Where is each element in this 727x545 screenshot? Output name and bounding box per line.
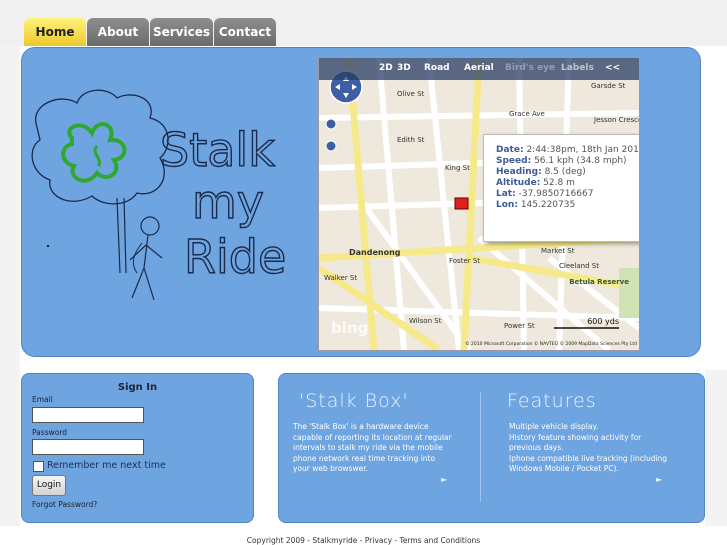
street-label: Cleeland St: [559, 262, 599, 270]
altitude-value: 52.8 m: [543, 178, 575, 188]
forgot-password-link[interactable]: Forgot Password?: [32, 500, 97, 509]
street-label: Jesson Crescent: [593, 116, 639, 124]
bing-map[interactable]: Olive St Grace Ave Garsde St Jesson Cres…: [318, 57, 640, 351]
info-panel: 'Stalk Box' The 'Stalk Box' is a hardwar…: [278, 373, 705, 523]
vehicle-marker[interactable]: [454, 197, 469, 210]
map-birdseye-button[interactable]: Bird's eye: [505, 63, 555, 73]
lat-value: -37.9850716667: [518, 189, 594, 199]
map-road-button[interactable]: Road: [424, 63, 450, 73]
street-label: Grace Ave: [509, 110, 545, 118]
map-2d-button[interactable]: 2D: [379, 63, 393, 73]
zoom-in-icon[interactable]: [325, 118, 337, 130]
tab-contact[interactable]: Contact: [214, 18, 276, 46]
date-label: Date:: [496, 145, 524, 155]
map-3d-button[interactable]: 3D: [397, 63, 411, 73]
street-label: Dandenong: [349, 248, 401, 257]
date-value: 2:44:38pm, 18th Jan 2010: [526, 145, 640, 155]
logo-word-2: my: [192, 175, 264, 229]
dot: [46, 244, 50, 248]
street-label: Foster St: [449, 257, 480, 265]
heading-label: Heading:: [496, 167, 542, 177]
vehicle-info-popup: Date: 2:44:38pm, 18th Jan 2010 Speed: 56…: [483, 134, 640, 242]
zoom-out-icon[interactable]: [325, 140, 337, 152]
features-more-arrow[interactable]: ►: [656, 475, 662, 484]
lat-label: Lat:: [496, 189, 516, 199]
lon-value: 145.220735: [520, 200, 576, 210]
tab-services[interactable]: Services: [150, 18, 213, 46]
logo-word-3: Ride: [184, 230, 286, 284]
lon-row: Lon: 145.220735: [496, 200, 639, 211]
altitude-row: Altitude: 52.8 m: [496, 178, 639, 189]
main-nav: Home About Services Contact: [24, 18, 277, 46]
heading-value: 8.5 (deg): [544, 167, 586, 177]
hero-panel: Stalk my Ride Olive St Grace Ave Garsde …: [21, 47, 701, 357]
altitude-label: Altitude:: [496, 178, 541, 188]
speed-row: Speed: 56.1 kph (34.8 mph): [496, 156, 639, 167]
street-label: Olive St: [397, 90, 425, 98]
street-label: Wilson St: [409, 317, 442, 325]
park-label: Betula Reserve: [569, 278, 629, 286]
feature-item: Multiple vehicle display.: [509, 422, 599, 431]
heading-row: Heading: 8.5 (deg): [496, 167, 639, 178]
footer-sep: -: [357, 536, 365, 545]
right-margin: [705, 370, 727, 526]
map-scale-label: 600 yds: [587, 317, 619, 326]
figure-head: [140, 216, 160, 236]
privacy-link[interactable]: Privacy: [365, 536, 392, 545]
signin-panel: Sign In Email Password Remember me next …: [21, 373, 254, 523]
stalk-my-ride-logo: Stalk my Ride: [31, 89, 287, 301]
footer: Copyright 2009 - Stalkmyride - Privacy -…: [0, 536, 727, 545]
stalkbox-title: 'Stalk Box': [299, 390, 409, 412]
login-button[interactable]: Login: [32, 475, 66, 496]
street-label: Walker St: [324, 274, 357, 282]
street-label: King St: [445, 164, 470, 172]
lat-row: Lat: -37.9850716667: [496, 189, 639, 200]
stalkbox-more-arrow[interactable]: ►: [441, 475, 447, 484]
feature-item: History feature showing activity for pre…: [509, 432, 642, 453]
feature-item: Iphone compatible live tracking (includi…: [509, 453, 668, 474]
map-labels-button[interactable]: Labels: [561, 63, 594, 73]
date-row: Date: 2:44:38pm, 18th Jan 2010: [496, 145, 640, 156]
street-label: Market St: [541, 247, 575, 255]
street-label: Power St: [504, 322, 535, 330]
terms-link[interactable]: Terms and Conditions: [400, 536, 481, 545]
remember-checkbox[interactable]: [33, 461, 44, 472]
tab-about[interactable]: About: [87, 18, 149, 46]
map-aerial-button[interactable]: Aerial: [464, 63, 494, 73]
footer-sep: -: [392, 536, 400, 545]
stalkbox-text: The 'Stalk Box' is a hardware device cap…: [293, 422, 452, 473]
remember-label: Remember me next time: [47, 460, 166, 471]
map-toolbar: 2D 3D Road Aerial Bird's eye Labels <<: [319, 58, 639, 80]
features-title: Features: [507, 390, 597, 412]
column-divider: [480, 392, 481, 502]
speed-value: 56.1 kph (34.8 mph): [534, 156, 627, 166]
tab-home[interactable]: Home: [24, 18, 86, 46]
left-margin: [0, 46, 20, 526]
features-list: Multiple vehicle display. History featur…: [509, 422, 669, 475]
email-label: Email: [32, 395, 53, 404]
tree-trunk: [116, 197, 127, 274]
signin-title: Sign In: [117, 382, 158, 393]
lon-label: Lon:: [496, 200, 518, 210]
speed-label: Speed:: [496, 156, 532, 166]
tree-canopy: [31, 89, 169, 205]
street-label: Garsde St: [591, 82, 626, 90]
email-field[interactable]: [32, 407, 144, 423]
map-collapse-button[interactable]: <<: [605, 63, 620, 73]
footer-copyright: Copyright 2009 - Stalkmyride: [246, 536, 358, 545]
password-label: Password: [32, 428, 68, 437]
bing-logo: bing: [331, 319, 368, 337]
logo-word-1: Stalk: [160, 123, 275, 177]
street-label: Edith St: [397, 136, 425, 144]
password-field[interactable]: [32, 439, 144, 455]
figure-arm-scribble: [132, 242, 143, 274]
leaf-swirl: [93, 144, 101, 168]
map-copyright: © 2010 Microsoft Corporation © NAVTEQ © …: [465, 340, 637, 347]
